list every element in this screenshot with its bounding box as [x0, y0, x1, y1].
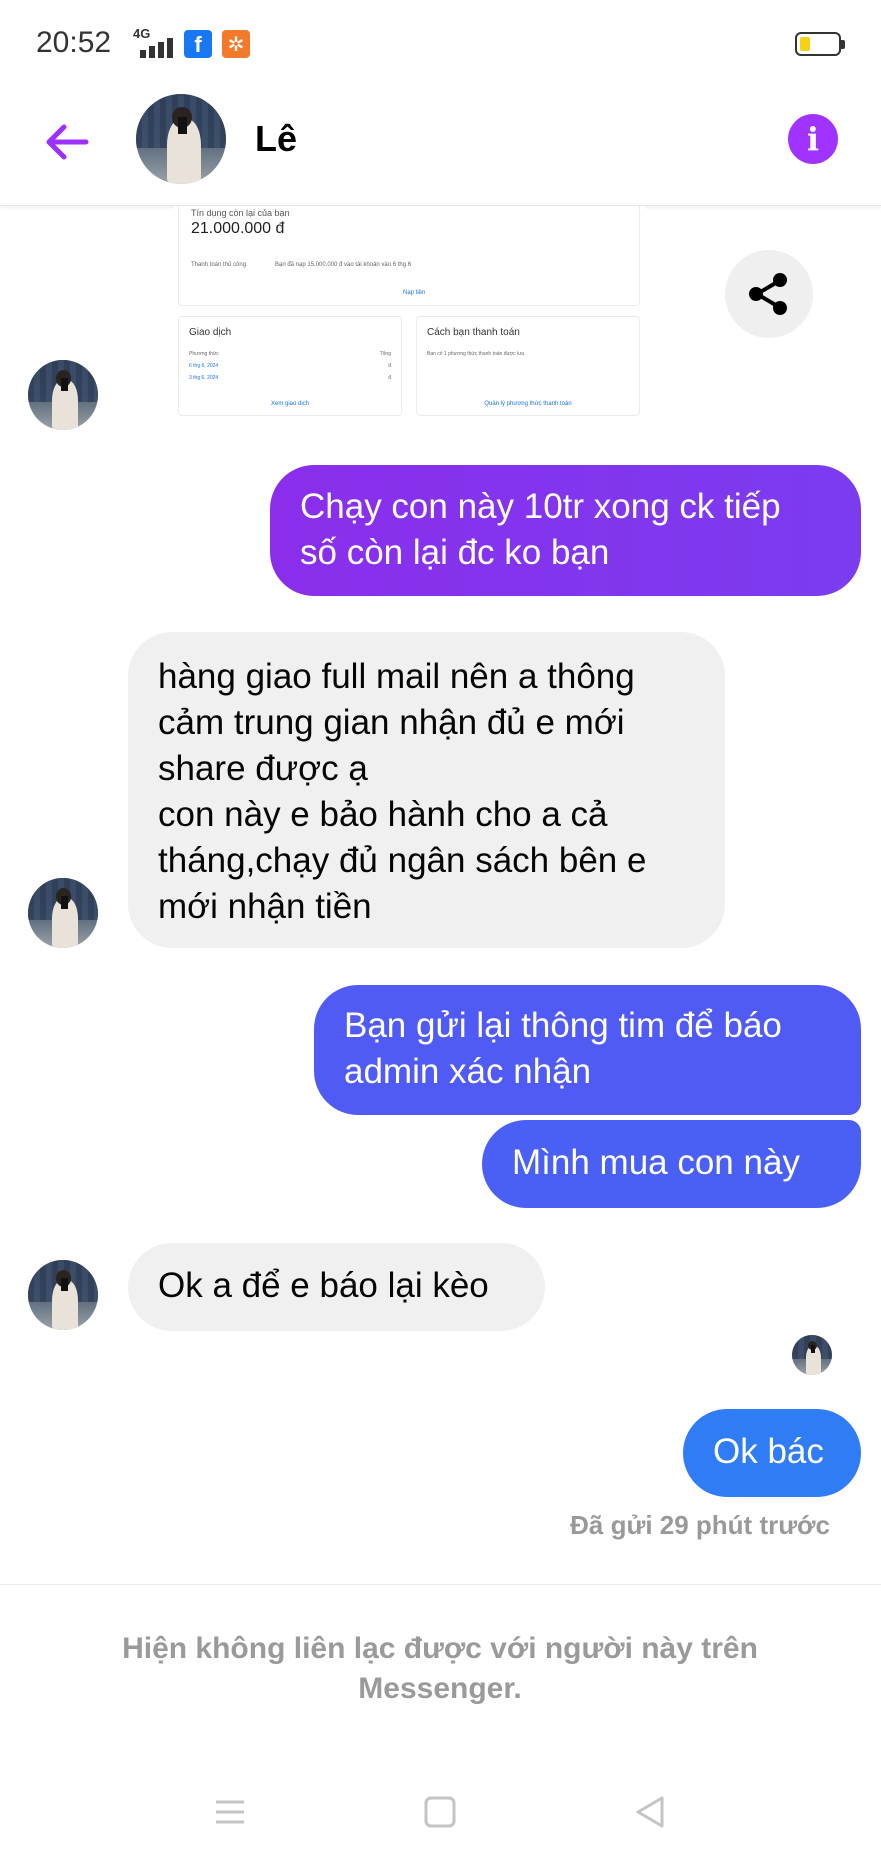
message-received[interactable]: hàng giao full mail nên a thông cảm trun… — [128, 632, 725, 948]
back-nav-button[interactable] — [628, 1790, 672, 1834]
info-icon: i — [806, 120, 820, 158]
conversation-header: Lê i — [0, 90, 881, 206]
transactions-title: Giao dịch — [189, 327, 232, 338]
view-transactions-link: Xem giao dịch — [270, 401, 310, 407]
transaction-row-total: đ — [388, 363, 391, 369]
sent-status: Đã gửi 29 phút trước — [570, 1510, 830, 1540]
payment-methods-note: Bạn có 1 phương thức thanh toán được lưu — [427, 351, 525, 357]
info-button[interactable]: i — [788, 114, 838, 164]
credit-label: Tín dụng còn lại của bạn — [191, 208, 290, 218]
credit-value: 21.000.000 đ — [191, 220, 285, 237]
share-icon — [749, 273, 787, 315]
system-nav-bar — [0, 1774, 881, 1860]
home-square-icon — [424, 1796, 456, 1828]
facebook-icon: f — [184, 30, 212, 58]
home-button[interactable] — [418, 1790, 462, 1834]
card-note-right: Bạn đã nạp 15.000.000 đ vào tài khoản và… — [275, 262, 412, 268]
manage-payment-link: Quản lý phương thức thanh toán — [484, 401, 572, 407]
payment-methods-title: Cách bạn thanh toán — [427, 327, 520, 338]
menu-button[interactable] — [208, 1790, 252, 1834]
message-sent[interactable]: Mình mua con này — [482, 1120, 861, 1208]
transaction-row-total: đ — [388, 375, 391, 381]
signal-icon — [140, 38, 176, 58]
message-received[interactable]: Ok a để e báo lại kèo — [128, 1243, 545, 1331]
transaction-row: 3 thg 6, 2024 — [189, 375, 219, 381]
arrow-left-icon — [46, 124, 89, 160]
message-sent[interactable]: Ok bác — [683, 1409, 861, 1497]
top-up-link: Nạp tiền — [403, 290, 426, 296]
transactions-col-date: Phương thức — [189, 351, 219, 357]
message-sent[interactable]: Bạn gửi lại thông tim để báo admin xác n… — [314, 985, 861, 1115]
seen-indicator-avatar — [792, 1335, 832, 1375]
transaction-row: 6 thg 6, 2024 — [189, 363, 219, 369]
transactions-col-total: Tổng — [379, 351, 391, 357]
card-note-left: Thanh toán thủ công — [191, 262, 247, 268]
sender-avatar[interactable] — [28, 360, 98, 430]
menu-icon — [216, 1800, 244, 1824]
transactions-panel: Giao dịch Phương thức Tổng 6 thg 6, 2024… — [178, 316, 402, 416]
contact-name[interactable]: Lê — [255, 118, 297, 160]
battery-icon — [795, 32, 845, 56]
message-sent[interactable]: Chạy con này 10tr xong ck tiếp số còn lạ… — [270, 465, 861, 596]
unavailable-notice: Hiện không liên lạc được với người này t… — [0, 1584, 881, 1774]
shared-image-message[interactable]: Tín dụng còn lại của bạn 21.000.000 đ Th… — [174, 206, 646, 418]
sender-avatar[interactable] — [28, 878, 98, 948]
unavailable-notice-text: Hiện không liên lạc được với người này t… — [122, 1632, 758, 1705]
contact-avatar[interactable] — [136, 94, 226, 184]
status-time: 20:52 — [36, 26, 112, 59]
share-button[interactable] — [725, 250, 813, 338]
back-button[interactable] — [40, 114, 96, 170]
sender-avatar[interactable] — [28, 1260, 98, 1330]
status-bar: 20:52 4G f ✲ — [0, 0, 881, 90]
payment-methods-panel: Cách bạn thanh toán Bạn có 1 phương thức… — [416, 316, 640, 416]
back-triangle-icon — [636, 1796, 664, 1828]
notification-app-icon: ✲ — [222, 30, 250, 58]
credit-panel: Tín dụng còn lại của bạn 21.000.000 đ Th… — [178, 206, 640, 306]
